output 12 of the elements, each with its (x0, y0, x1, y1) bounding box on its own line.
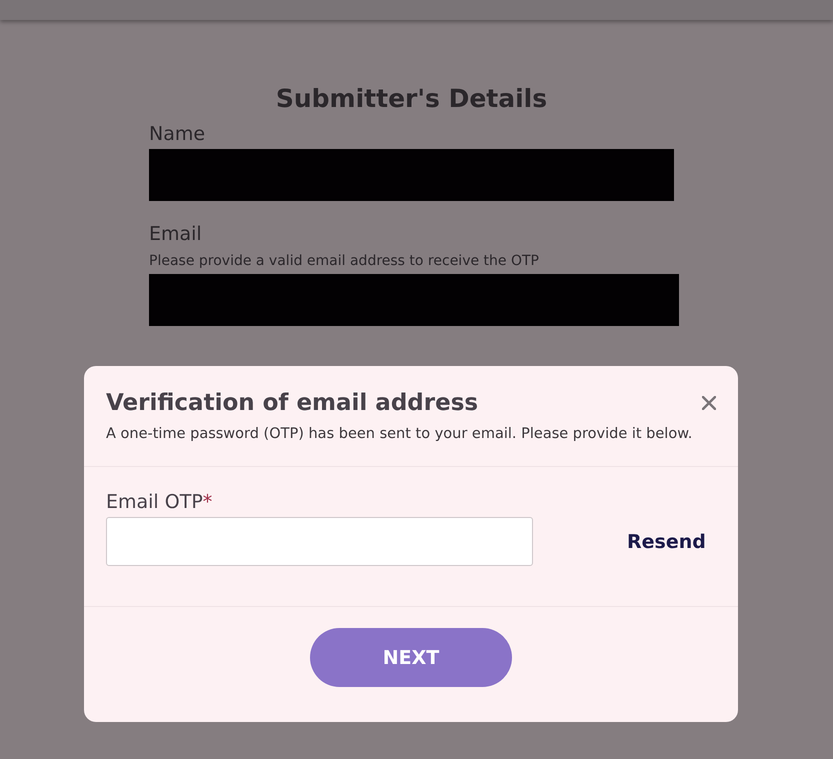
field-hint: Please provide a valid email address to receive the OTP (149, 253, 540, 269)
form-title: Submitter's Details (274, 84, 548, 113)
field-label: Email OTP (106, 491, 203, 513)
dialog-title: Verification of email address (106, 390, 478, 416)
dialog-message: A one-time password (OTP) has been sent to your email. Please provide it below. (106, 426, 694, 442)
next-button[interactable]: NEXT (310, 628, 512, 687)
otp-input[interactable] (106, 517, 533, 566)
close-icon[interactable] (702, 396, 716, 410)
field-label: Name (149, 123, 206, 145)
required-mark: * (202, 491, 212, 513)
resend-link[interactable]: Resend (627, 530, 706, 552)
field-label: Email (149, 223, 203, 245)
